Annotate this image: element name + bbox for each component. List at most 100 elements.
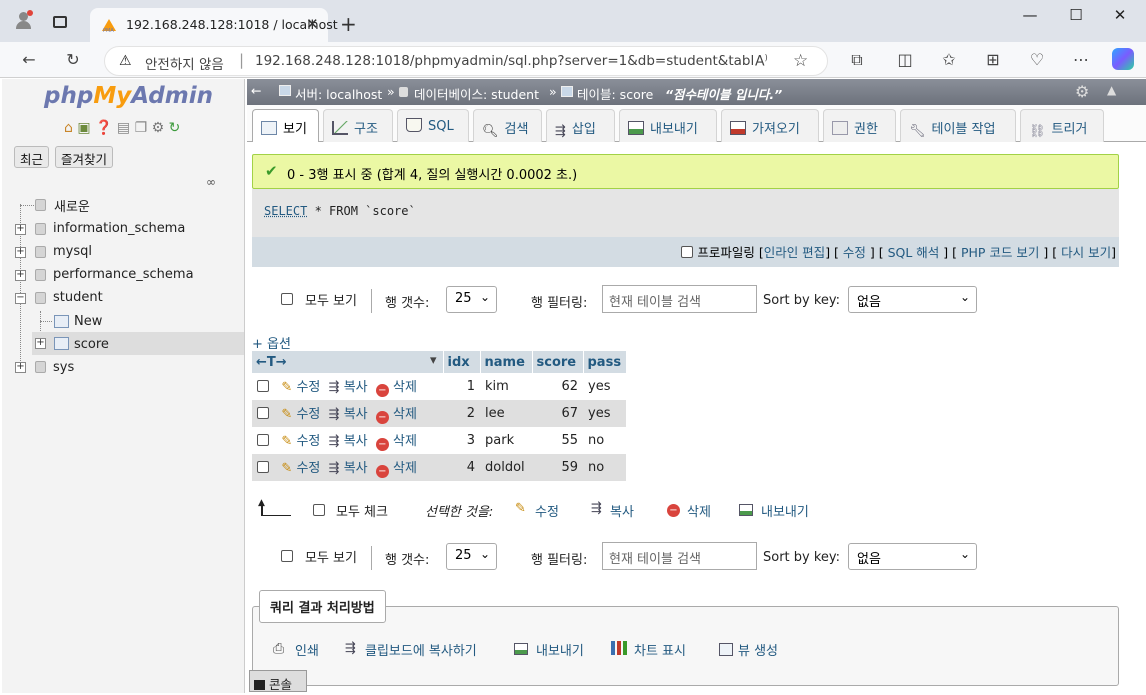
row-edit-link[interactable]: 수정 bbox=[296, 434, 320, 449]
reload-icon[interactable]: ↻ bbox=[169, 120, 181, 136]
collapse-up-icon[interactable]: ▲ bbox=[1107, 83, 1116, 97]
cell-idx[interactable]: 2 bbox=[443, 400, 480, 427]
breadcrumb-table[interactable]: 테이블: score bbox=[577, 84, 653, 103]
minimize-icon[interactable]: — bbox=[1016, 6, 1044, 28]
rows-select[interactable]: 25 ⌄ bbox=[446, 543, 497, 570]
explain-sql-link[interactable]: SQL 해석 bbox=[888, 245, 940, 260]
tab-sql[interactable]: SQL bbox=[397, 109, 469, 142]
cell-score[interactable]: 59 bbox=[532, 454, 583, 481]
collections-icon[interactable]: ⊞ bbox=[982, 50, 1004, 69]
cell-name[interactable]: lee bbox=[480, 400, 532, 427]
extensions-icon[interactable]: ⧉ bbox=[846, 50, 868, 70]
filter-input[interactable]: 현재 테이블 검색 bbox=[602, 285, 757, 313]
sort-select[interactable]: 없음 ⌄ bbox=[848, 543, 977, 570]
tree-db-mysql[interactable]: mysql bbox=[53, 244, 92, 259]
back-icon[interactable]: ← bbox=[18, 50, 40, 69]
cell-score[interactable]: 55 bbox=[532, 427, 583, 454]
row-checkbox[interactable] bbox=[257, 434, 269, 446]
options-link[interactable]: + 옵션 bbox=[252, 333, 291, 352]
tree-db-information-schema[interactable]: information_schema bbox=[53, 221, 185, 236]
cell-idx[interactable]: 4 bbox=[443, 454, 480, 481]
row-delete-link[interactable]: 삭제 bbox=[393, 407, 417, 422]
tab-structure[interactable]: 구조 bbox=[323, 109, 393, 142]
settings-gear-icon[interactable]: ⚙ bbox=[152, 120, 165, 136]
row-delete-link[interactable]: 삭제 bbox=[393, 380, 417, 395]
sort-select[interactable]: 없음 ⌄ bbox=[848, 286, 977, 313]
favorite-star-icon[interactable]: ☆ bbox=[793, 51, 808, 71]
tab-import[interactable]: 가져오기 bbox=[721, 109, 819, 142]
filter-input[interactable]: 현재 테이블 검색 bbox=[602, 542, 757, 570]
new-tab-icon[interactable]: + bbox=[340, 12, 357, 36]
inline-edit-link[interactable]: 인라인 편집 bbox=[764, 245, 825, 260]
column-header-idx[interactable]: idx bbox=[443, 351, 481, 373]
bulk-export-button[interactable]: 내보내기 bbox=[761, 501, 809, 520]
copy-clipboard-button[interactable]: 클립보드에 복사하기 bbox=[365, 640, 477, 659]
bulk-delete-button[interactable]: 삭제 bbox=[687, 501, 711, 520]
tree-table-new[interactable]: New bbox=[74, 314, 102, 329]
cell-name[interactable]: doldol bbox=[480, 454, 532, 481]
row-checkbox[interactable] bbox=[257, 407, 269, 419]
phpmyadmin-logo[interactable]: phpMyAdmin bbox=[44, 83, 213, 109]
check-all-checkbox[interactable] bbox=[313, 504, 325, 516]
sql-keyword-select[interactable]: SELECT bbox=[264, 204, 307, 218]
expand-icon[interactable]: + bbox=[15, 247, 26, 258]
tree-db-student[interactable]: student bbox=[53, 290, 103, 305]
address-bar[interactable]: ⚠ 안전하지 않음 | 192.168.248.128:1018/phpmyad… bbox=[104, 46, 828, 76]
row-checkbox[interactable] bbox=[257, 461, 269, 473]
export-button[interactable]: 내보내기 bbox=[536, 640, 584, 659]
row-copy-link[interactable]: 복사 bbox=[344, 380, 368, 395]
refresh-link[interactable]: 다시 보기 bbox=[1061, 245, 1111, 260]
display-chart-button[interactable]: 차트 표시 bbox=[634, 640, 686, 659]
browser-tab[interactable]: PMA 192.168.248.128:1018 / localhost ✕ bbox=[90, 8, 338, 42]
split-screen-icon[interactable]: ◫ bbox=[894, 50, 916, 69]
column-header-score[interactable]: score bbox=[532, 351, 584, 373]
cell-name[interactable]: kim bbox=[480, 373, 532, 400]
column-arrows-icon[interactable]: ←T→ bbox=[256, 355, 287, 370]
row-copy-link[interactable]: 복사 bbox=[344, 461, 368, 476]
browser-essentials-icon[interactable]: ♡ bbox=[1026, 50, 1048, 69]
console-toggle[interactable]: 콘솔 bbox=[249, 670, 307, 692]
help-icon[interactable]: ❓ bbox=[95, 120, 112, 136]
maximize-icon[interactable]: ☐ bbox=[1062, 6, 1090, 28]
cell-idx[interactable]: 1 bbox=[443, 373, 480, 400]
home-icon[interactable]: ⌂ bbox=[64, 120, 73, 136]
bulk-edit-button[interactable]: 수정 bbox=[535, 501, 559, 520]
cell-idx[interactable]: 3 bbox=[443, 427, 480, 454]
close-tab-icon[interactable]: ✕ bbox=[306, 15, 319, 33]
close-window-icon[interactable]: ✕ bbox=[1106, 6, 1134, 28]
cell-name[interactable]: park bbox=[480, 427, 532, 454]
profiling-checkbox[interactable] bbox=[681, 246, 694, 258]
chevron-down-icon[interactable]: ▾ bbox=[430, 353, 437, 368]
tree-new-database[interactable]: 새로운 bbox=[54, 196, 90, 215]
bulk-copy-button[interactable]: 복사 bbox=[610, 501, 634, 520]
logout-icon[interactable]: ▣ bbox=[77, 120, 90, 136]
tab-insert[interactable]: ⇶ 삽입 bbox=[546, 109, 615, 142]
row-copy-link[interactable]: 복사 bbox=[344, 407, 368, 422]
tab-search[interactable]: 🔍︎ 검색 bbox=[473, 109, 542, 142]
settings-gear-icon[interactable]: ⚙ bbox=[1075, 82, 1089, 101]
read-aloud-icon[interactable]: A) bbox=[755, 53, 768, 70]
tab-browse[interactable]: 보기 bbox=[252, 109, 319, 142]
tab-export[interactable]: 내보내기 bbox=[619, 109, 717, 142]
rows-select[interactable]: 25 ⌄ bbox=[446, 286, 497, 313]
cell-pass[interactable]: yes bbox=[583, 373, 626, 400]
tree-db-sys[interactable]: sys bbox=[53, 360, 74, 375]
recent-button[interactable]: 최근 bbox=[14, 146, 50, 168]
row-delete-link[interactable]: 삭제 bbox=[393, 461, 417, 476]
check-all-label[interactable]: 모두 체크 bbox=[336, 501, 388, 520]
row-delete-link[interactable]: 삭제 bbox=[393, 434, 417, 449]
profile-icon[interactable] bbox=[14, 10, 34, 30]
cell-pass[interactable]: yes bbox=[583, 400, 626, 427]
show-all-checkbox[interactable] bbox=[281, 293, 293, 305]
link-icon[interactable]: ∞ bbox=[206, 175, 216, 189]
tree-table-score[interactable]: score bbox=[74, 337, 109, 352]
tab-triggers[interactable]: ⛓︎ 트리거 bbox=[1020, 109, 1104, 142]
breadcrumb-server[interactable]: 서버: localhost bbox=[295, 84, 382, 103]
cell-score[interactable]: 62 bbox=[532, 373, 583, 400]
more-menu-icon[interactable]: ⋯ bbox=[1070, 50, 1092, 69]
tree-db-performance-schema[interactable]: performance_schema bbox=[53, 267, 194, 282]
cell-pass[interactable]: no bbox=[583, 454, 626, 481]
cell-pass[interactable]: no bbox=[583, 427, 626, 454]
expand-icon[interactable]: + bbox=[35, 338, 46, 349]
column-header-name[interactable]: name bbox=[480, 351, 533, 373]
